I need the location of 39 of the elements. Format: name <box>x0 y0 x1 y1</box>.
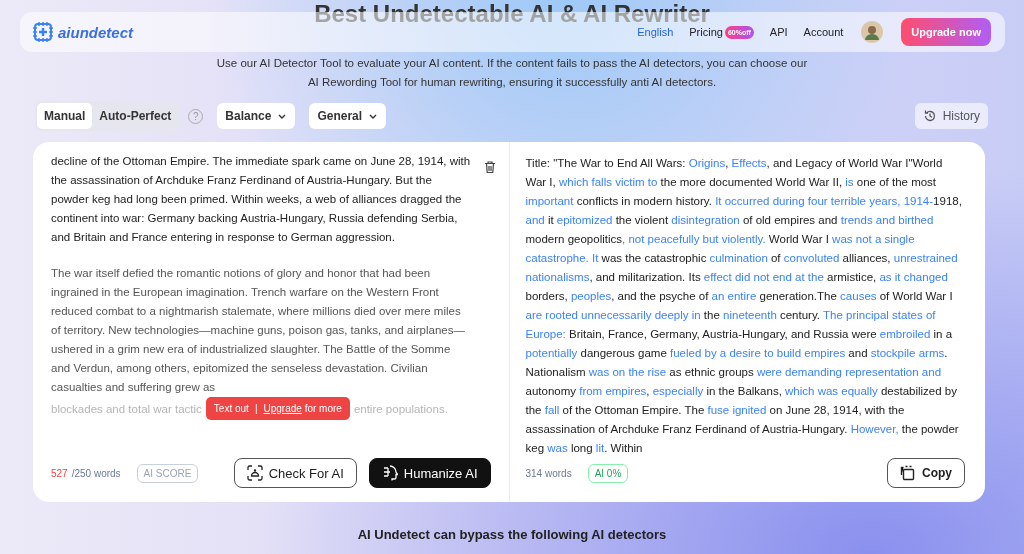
input-paragraph: The war itself defied the romantic notions of glory and honor that had been ingrained in the European imagination. Trench warfare on the Western Front reduced combat to a nightmarish stalemate, where millions died over mere miles of territory. New technologies—machine guns, poison gas, tanks, and airplanes—ushered in a grim new era of industrialized slaughter. The Battle of the Somme and Verdun, among others, epitomized the senseless devastation. Civilian casualties and suffering grew as <box>51 266 466 395</box>
trash-icon[interactable] <box>482 160 497 174</box>
input-paragraph: decline of the Ottoman Empire. The immediate spark came on June 28, 1914, with the assassination of Archduke Franz Ferdinand of Austria-Hungary. But the powder keg had long been primed. Within weeks, a web of alliances dragged the continent into war: Germany backing Austria-Hungary, Russia defending Serbia, and Britain and France entering in response to German aggression. <box>51 154 471 245</box>
mode-tab[interactable]: Manual <box>37 103 93 129</box>
input-text: entire populations. <box>353 402 448 415</box>
section-heading: AI Undetect can bypass the following AI detectors <box>356 527 668 542</box>
pricing-link[interactable]: Pricing <box>689 26 723 38</box>
toast-message: Text out <box>213 403 249 414</box>
page-heading: Best Undetectable AI & AI Rewriter <box>313 0 711 28</box>
upgrade-link[interactable]: Upgrade <box>263 403 302 414</box>
api-link[interactable]: API <box>769 26 788 38</box>
mode-tab[interactable]: Auto-Perfect <box>92 103 179 129</box>
ai-score-badge: AI SCORE <box>136 463 199 483</box>
scan-icon <box>246 465 263 481</box>
check-for-ai-button[interactable]: Check For AI <box>233 458 357 488</box>
account-link[interactable]: Account <box>803 26 844 38</box>
copy-icon <box>900 465 916 481</box>
logo-text[interactable]: aiundetect <box>58 23 133 41</box>
output-paragraph: Title: "The War to End All Wars: Origins, Effects, and Legacy of World War I"World War I, which falls victim to the more documented World War II, is one of the most important conflicts in modern history. It occurred during four terrible years, 1914-1918, and it epitomized the violent disintegration of old empires and trends and birthed modern geopolitics, not peacefully but violently. World War I was not a single catastrophe. It was the catastrophic culmination of convoluted alliances, unrestrained nationalisms, and militarization. Its effect did not end at the armistice, as it changed borders, peoples, and the psyche of an entire generation.The causes of World War I are rooted unnecessarily deeply in the nineteenth century. The principal states of Europe: Britain, France, Germany, Austria-Hungary, and Russia were embroiled in a potentially dangerous game fueled by a desire to build empires and stockpile arms. Nationalism was on the rise as ethnic groups were demanding representation and autonomy from empires, especially in the Balkans, which was equally destabilized by the fall of the Ottoman Empire. The fuse ignited on June 28, 1914, with the assassination of Archduke Franz Ferdinand of Austria-Hungary. However, the powder keg was long lit. Within <box>525 156 963 456</box>
dropdown[interactable]: Balance <box>217 103 296 129</box>
toast-separator: | <box>254 403 258 414</box>
copy-button[interactable]: Copy <box>887 458 965 488</box>
word-limit: /250 words <box>71 467 121 479</box>
upgrade-prompt: Upgrade for more <box>263 403 342 414</box>
logo-icon <box>32 21 54 43</box>
word-count: 527 <box>51 467 68 479</box>
subtitle-text: Use our AI Detector Tool to evaluate your AI content. If the content fails to pass the AI detectors, you can choose our <box>215 56 809 71</box>
humanize-ai-button[interactable]: Humanize AI <box>368 458 491 488</box>
avatar[interactable] <box>861 21 884 43</box>
history-icon <box>922 109 937 123</box>
language-link[interactable]: English <box>637 26 674 38</box>
input-text: blockades and total war tactic <box>51 402 202 415</box>
head-icon <box>381 465 398 481</box>
upgrade-button[interactable]: Upgrade now <box>901 18 991 46</box>
history-button[interactable]: History <box>914 103 988 129</box>
ai-percent-badge: AI 0% <box>587 463 629 483</box>
subtitle-text: AI Rewording Tool for human rewriting, ensuring it successfully anti AI detectors. <box>306 75 718 90</box>
dropdown[interactable]: General <box>309 103 387 129</box>
word-count: 314 words <box>525 467 572 479</box>
